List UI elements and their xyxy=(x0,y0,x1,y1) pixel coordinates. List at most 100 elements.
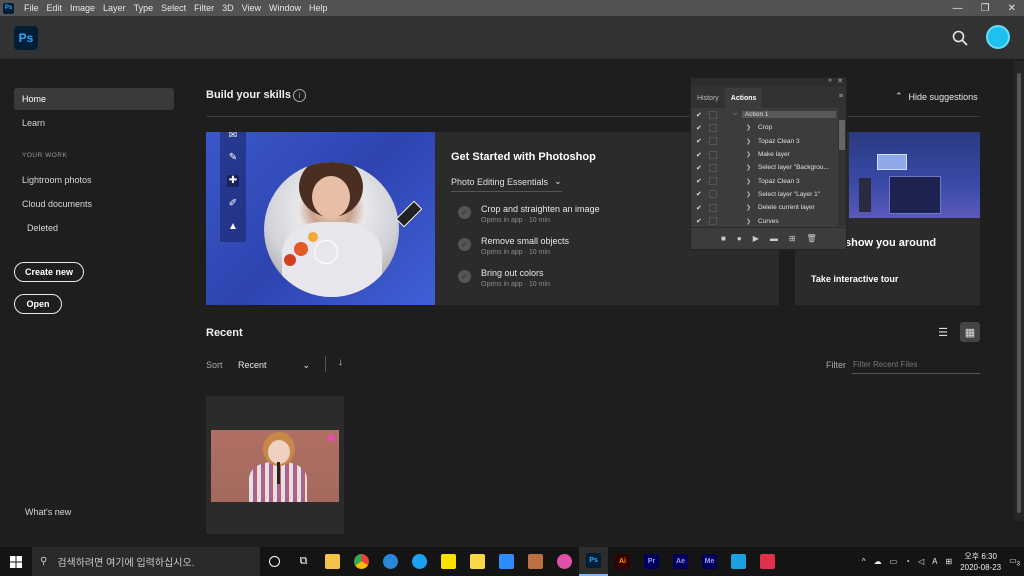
panel-title-bar[interactable]: » ✕ xyxy=(691,77,846,86)
photoshop-logo[interactable]: Ps xyxy=(14,26,38,50)
illustrator-taskbar-icon[interactable]: Ai xyxy=(608,547,637,576)
delete-icon[interactable]: 🗑 xyxy=(807,234,817,243)
menu-window[interactable]: Window xyxy=(265,3,305,13)
sort-direction-icon[interactable]: ↓ xyxy=(338,357,343,368)
grid-view-icon[interactable]: ▦ xyxy=(960,322,980,342)
photo-editing-dropdown[interactable]: Photo Editing Essentials ⌄ xyxy=(451,176,562,192)
chevron-right-icon[interactable]: ❯ xyxy=(746,218,751,225)
menu-filter[interactable]: Filter xyxy=(190,3,218,13)
check-icon[interactable]: ✔ xyxy=(696,124,702,132)
check-icon[interactable]: ✔ xyxy=(696,190,702,198)
minimize-button[interactable]: — xyxy=(953,3,963,14)
action-set-row[interactable]: ✔ ⌵ Action 1 xyxy=(691,108,839,121)
edge-icon[interactable] xyxy=(376,547,405,576)
action-step-row[interactable]: ✔ ❯ Curves xyxy=(691,214,839,227)
check-icon[interactable]: ✔ xyxy=(696,137,702,145)
chevron-right-icon[interactable]: ❯ xyxy=(746,124,751,131)
chevron-up-icon[interactable]: ^ xyxy=(862,557,866,566)
volume-icon[interactable]: ◁ xyxy=(918,557,924,566)
check-icon[interactable]: ✔ xyxy=(696,217,702,225)
action-step-row[interactable]: ✔ ❯ Topaz Clean 3 xyxy=(691,135,839,148)
open-button[interactable]: Open xyxy=(14,294,62,314)
twitter-icon[interactable] xyxy=(405,547,434,576)
sidebar-item-home[interactable]: Home xyxy=(14,88,174,110)
stop-icon[interactable]: ■ xyxy=(721,234,726,243)
windows-start-button[interactable] xyxy=(0,547,32,576)
ime-indicator[interactable]: A xyxy=(932,557,937,566)
info-icon[interactable]: i xyxy=(293,89,306,102)
sidebar-item-lightroom[interactable]: Lightroom photos xyxy=(14,169,174,191)
scroll-thumb[interactable] xyxy=(1017,73,1021,513)
menu-help[interactable]: Help xyxy=(305,3,332,13)
menu-file[interactable]: File xyxy=(20,3,43,13)
chevron-right-icon[interactable]: ❯ xyxy=(746,204,751,211)
tab-actions[interactable]: Actions xyxy=(724,88,763,108)
chevron-right-icon[interactable]: ❯ xyxy=(746,151,751,158)
dialog-toggle[interactable] xyxy=(709,137,717,146)
dialog-toggle[interactable] xyxy=(709,163,717,172)
media-encoder-taskbar-icon[interactable]: Me xyxy=(695,547,724,576)
chevron-right-icon[interactable]: ❯ xyxy=(746,138,751,145)
clock[interactable]: 오후 6:30 2020-08-23 xyxy=(960,551,1001,573)
dialog-toggle[interactable] xyxy=(709,217,717,226)
chevron-right-icon[interactable]: ❯ xyxy=(746,164,751,171)
panel-scrollbar[interactable] xyxy=(838,108,846,226)
task-view-icon[interactable]: ⧉ xyxy=(289,547,318,576)
close-icon[interactable]: ✕ xyxy=(837,77,843,85)
sidebar-item-deleted[interactable]: Deleted xyxy=(14,217,174,239)
tab-history[interactable]: History xyxy=(691,88,725,108)
close-button[interactable]: ✕ xyxy=(1008,3,1016,14)
camera-app-icon[interactable] xyxy=(550,547,579,576)
dialog-toggle[interactable] xyxy=(709,150,717,159)
cloud-icon[interactable]: ☁ xyxy=(874,557,882,566)
actions-panel[interactable]: » ✕ History Actions ≡ ✔ ⌵ Action 1 ✔ ❯ C… xyxy=(690,77,847,250)
dialog-toggle[interactable] xyxy=(709,177,717,186)
chrome-icon[interactable] xyxy=(347,547,376,576)
zoom-icon[interactable] xyxy=(492,547,521,576)
kakaotalk-icon[interactable] xyxy=(434,547,463,576)
sticky-notes-icon[interactable] xyxy=(463,547,492,576)
after-effects-taskbar-icon[interactable]: Ae xyxy=(666,547,695,576)
collapse-icon[interactable]: » xyxy=(828,77,832,84)
sidebar-item-learn[interactable]: Learn xyxy=(14,112,174,134)
dialog-toggle[interactable] xyxy=(709,190,717,199)
notifications-icon[interactable]: ▭3 xyxy=(1009,556,1020,568)
action-step-row[interactable]: ✔ ❯ Crop xyxy=(691,121,839,134)
main-scrollbar[interactable] xyxy=(1014,61,1024,521)
action-step-row[interactable]: ✔ ❯ Delete current layer xyxy=(691,201,839,214)
action-step-row[interactable]: ✔ ❯ Topaz Clean 3 xyxy=(691,175,839,188)
action-step-row[interactable]: ✔ ❯ Select layer "Backgrou... xyxy=(691,161,839,174)
photoshop-taskbar-icon[interactable]: Ps xyxy=(579,547,608,576)
wifi-icon[interactable]: ◔ xyxy=(905,557,910,566)
action-step-row[interactable]: ✔ ❯ Make layer xyxy=(691,148,839,161)
list-view-icon[interactable]: ☰ xyxy=(933,322,953,342)
action-step-row[interactable]: ✔ ❯ Select layer "Layer 1" xyxy=(691,188,839,201)
app-icon[interactable] xyxy=(753,547,782,576)
menu-3d[interactable]: 3D xyxy=(218,3,238,13)
search-icon[interactable] xyxy=(952,30,968,46)
filter-input[interactable] xyxy=(852,356,980,374)
file-explorer-icon[interactable] xyxy=(318,547,347,576)
check-icon[interactable]: ✔ xyxy=(696,164,702,172)
recent-file-card[interactable] xyxy=(206,396,344,534)
create-new-button[interactable]: Create new xyxy=(14,262,84,282)
sort-select[interactable]: Recent ⌄ xyxy=(238,360,310,371)
cortana-icon[interactable] xyxy=(260,547,289,576)
chevron-right-icon[interactable]: ❯ xyxy=(746,191,751,198)
menu-view[interactable]: View xyxy=(238,3,265,13)
sidebar-item-cloud-documents[interactable]: Cloud documents xyxy=(14,193,174,215)
check-icon[interactable]: ✔ xyxy=(696,111,702,119)
dialog-toggle[interactable] xyxy=(709,203,717,212)
scroll-thumb[interactable] xyxy=(839,120,845,150)
battery-icon[interactable]: ▭ xyxy=(890,557,898,566)
new-action-icon[interactable]: ⊞ xyxy=(789,234,796,243)
panel-menu-icon[interactable]: ≡ xyxy=(839,93,843,100)
take-tour-link[interactable]: Take interactive tour xyxy=(811,274,898,284)
keyboard-icon[interactable]: ⊞ xyxy=(945,557,952,566)
check-icon[interactable]: ✔ xyxy=(696,151,702,159)
app-icon[interactable] xyxy=(724,547,753,576)
chevron-right-icon[interactable]: ❯ xyxy=(746,178,751,185)
avatar[interactable] xyxy=(986,25,1010,49)
menu-select[interactable]: Select xyxy=(157,3,190,13)
taskbar-search[interactable]: ⚲ 검색하려면 여기에 입력하십시오. xyxy=(32,547,260,576)
